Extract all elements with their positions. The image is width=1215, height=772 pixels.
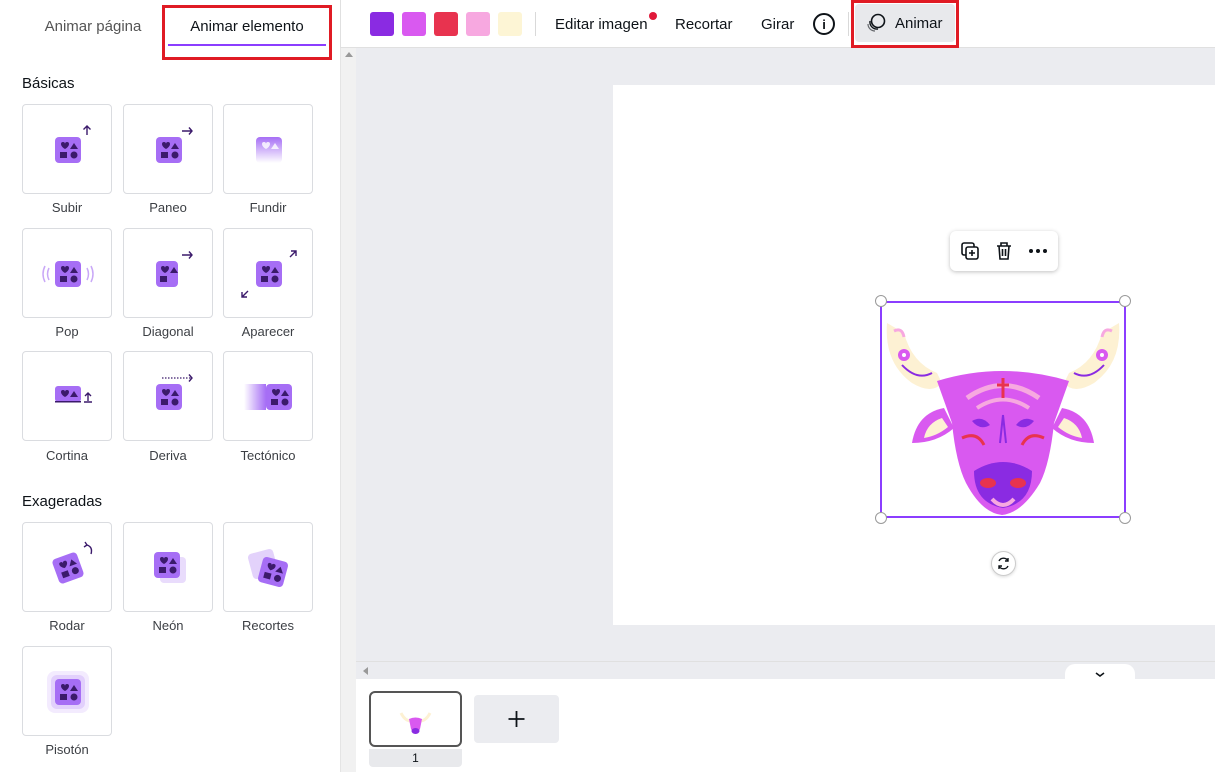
neon-icon [154,552,186,583]
chevron-down-icon [1095,672,1105,677]
animate-button-label: Animar [895,14,943,32]
color-swatch-4[interactable] [466,12,490,36]
rotate-button[interactable]: Girar [761,0,794,48]
info-icon[interactable]: i [813,13,835,35]
tab-animate-page[interactable]: Animar página [22,0,164,52]
scroll-left-arrow-icon[interactable] [363,667,368,675]
recortes-icon [247,548,289,588]
animation-card-deriva[interactable] [123,351,213,441]
rodar-icon [52,541,93,584]
animation-card-diagonal[interactable] [123,228,213,318]
animation-label: Deriva [149,448,187,463]
fundir-icon [256,137,282,163]
animate-icon [867,13,886,32]
resize-handle-bottom-right[interactable] [1119,512,1131,524]
animation-card-rodar[interactable] [22,522,112,612]
more-icon[interactable] [1026,239,1050,263]
color-swatch-2[interactable] [402,12,426,36]
plus-icon [508,711,525,727]
animation-label: Diagonal [142,324,194,339]
color-swatch-1[interactable] [370,12,394,36]
notification-dot [649,12,657,20]
trash-icon[interactable] [992,239,1016,263]
animation-label: Pisotón [45,742,89,757]
resize-handle-top-right[interactable] [1119,295,1131,307]
rotate-handle[interactable] [991,551,1016,576]
animation-card-subir[interactable] [22,104,112,194]
animation-label: Cortina [46,448,88,463]
tab-animate-element[interactable]: Animar elemento [164,0,330,52]
bull-thumbnail [399,712,432,734]
animation-label: Aparecer [241,324,295,339]
animation-label: Rodar [49,618,85,633]
animation-label: Fundir [249,200,287,215]
color-swatch-3[interactable] [434,12,458,36]
resize-handle-top-left[interactable] [875,295,887,307]
paneo-icon [156,127,193,163]
page-number: 1 [369,749,462,767]
animation-card-paneo[interactable] [123,104,213,194]
pisoton-icon [47,671,89,713]
toolbar-divider [848,12,849,36]
animation-card-neon[interactable] [123,522,213,612]
scroll-up-arrow-icon[interactable] [345,52,353,57]
animation-label: Paneo [149,200,187,215]
pop-icon [42,261,94,287]
side-panel-scrollbar[interactable] [340,48,356,772]
animation-card-tectonico[interactable] [223,351,313,441]
animation-label: Recortes [241,618,295,633]
add-page-button[interactable] [474,695,559,743]
selection-box [880,301,1126,518]
animation-tabs: Animar página Animar elemento [0,0,340,58]
resize-handle-bottom-left[interactable] [875,512,887,524]
rotate-icon [998,557,1009,570]
animation-card-fundir[interactable] [223,104,313,194]
animation-card-recortes[interactable] [223,522,313,612]
animation-label: Tectónico [240,448,296,463]
collapse-pages-button[interactable] [1065,664,1135,680]
diagonal-icon [156,251,193,287]
crop-button[interactable]: Recortar [675,0,733,48]
toolbar-divider [535,12,536,36]
page-thumbnail[interactable] [369,691,462,747]
animation-label: Neón [152,618,184,633]
animation-card-aparecer[interactable] [223,228,313,318]
edit-image-button[interactable]: Editar imagen [555,0,648,48]
animation-label: Subir [51,200,83,215]
color-swatch-5[interactable] [498,12,522,36]
tectonico-icon [244,384,292,410]
animation-side-panel: Animar página Animar elemento Básicas Su… [0,0,340,772]
animation-card-pop[interactable] [22,228,112,318]
element-floating-toolbar [950,231,1058,271]
subir-icon [55,125,91,163]
animate-button[interactable]: Animar [855,4,955,42]
aparecer-icon [241,250,297,298]
section-title-exaggerated: Exageradas [22,493,103,510]
deriva-icon [156,374,193,410]
cortina-icon [55,386,92,403]
section-title-basic: Básicas [22,75,75,92]
animation-label: Pop [55,324,79,339]
animation-card-pisoton[interactable] [22,646,112,736]
animation-card-cortina[interactable] [22,351,112,441]
duplicate-icon[interactable] [958,239,982,263]
top-toolbar: Editar imagen Recortar Girar i Animar [340,0,1215,48]
